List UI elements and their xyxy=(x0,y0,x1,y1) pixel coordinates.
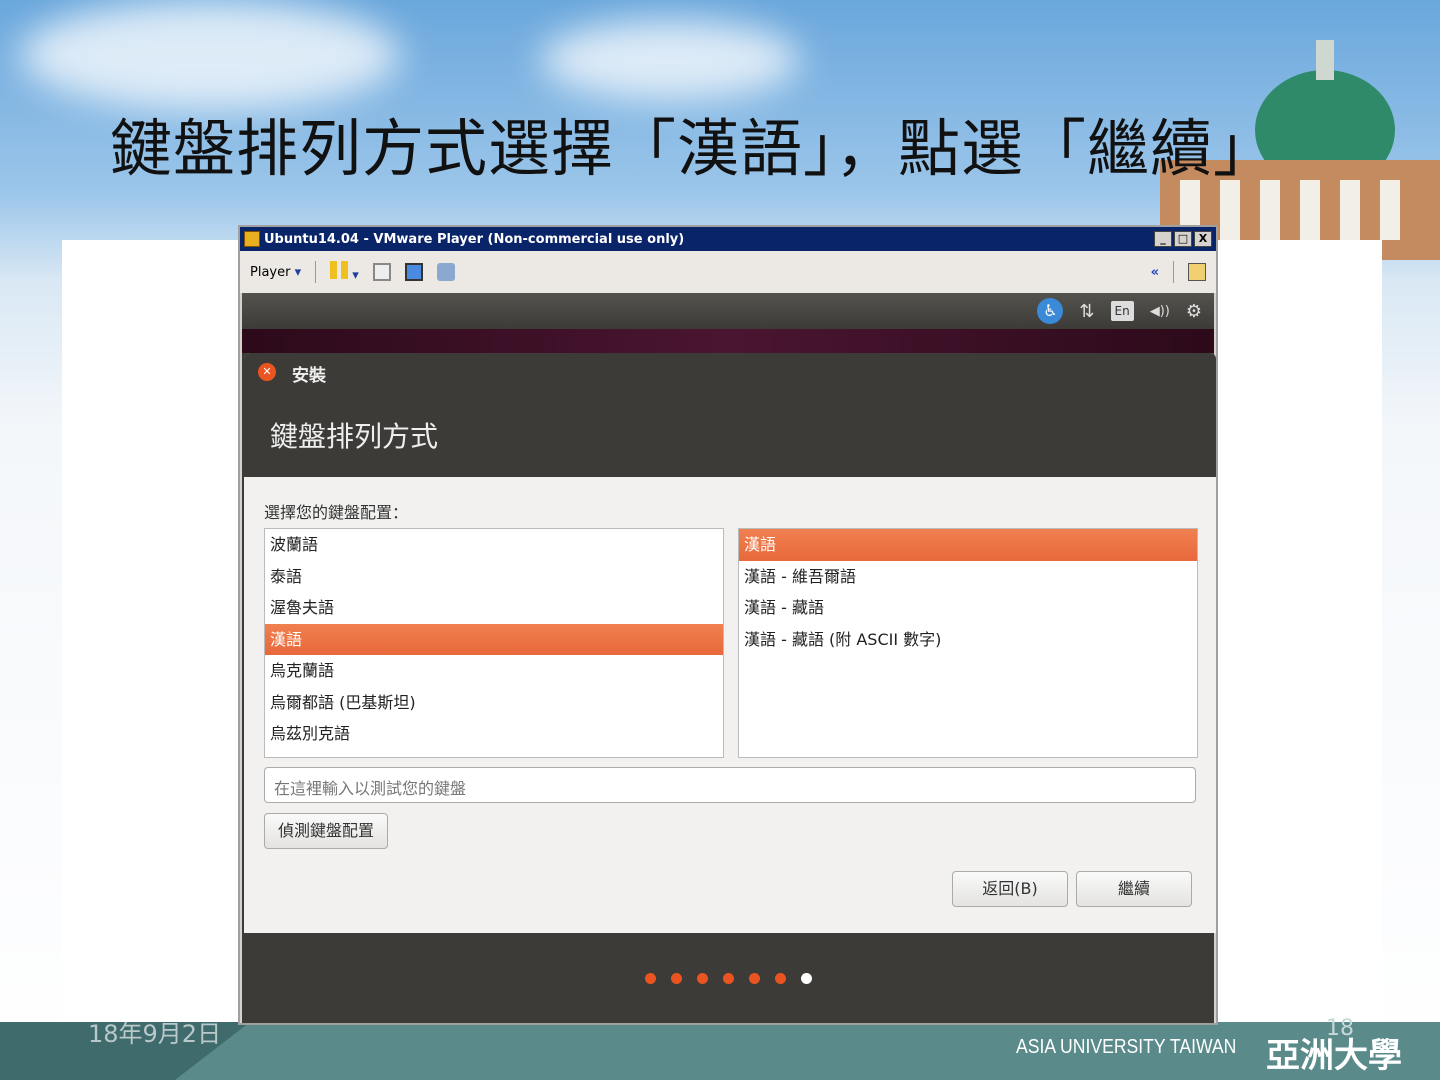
list-item[interactable]: 漢語 - 藏語 (附 ASCII 數字) xyxy=(739,624,1197,656)
pause-button[interactable]: ▾ xyxy=(330,261,359,283)
list-item[interactable]: 漢語 - 維吾爾語 xyxy=(739,561,1197,593)
university-logo: 亞洲大學 xyxy=(1266,1036,1402,1076)
university-name-en: ASIA UNIVERSITY TAIWAN xyxy=(1016,1036,1237,1058)
list-item[interactable]: 泰語 xyxy=(265,561,723,593)
slide-date: 18年9月2日 xyxy=(88,1020,222,1048)
list-item-selected[interactable]: 漢語 xyxy=(265,623,723,655)
list-item[interactable]: 波蘭語 xyxy=(265,529,723,561)
keyboard-test-input[interactable]: 在這裡輸入以測試您的鍵盤 xyxy=(264,767,1196,803)
network-icon[interactable]: ⇅ xyxy=(1079,301,1094,322)
maximize-button[interactable]: □ xyxy=(1174,231,1192,247)
list-item-selected[interactable]: 漢語 xyxy=(739,529,1197,561)
volume-icon[interactable]: ◀)) xyxy=(1150,304,1170,319)
accessibility-icon[interactable]: ♿ xyxy=(1037,298,1064,324)
list-item[interactable]: 漢語 - 藏語 xyxy=(739,592,1197,624)
player-menu[interactable]: Player ▾ xyxy=(250,265,301,280)
detect-layout-button[interactable]: 偵測鍵盤配置 xyxy=(264,813,388,849)
player-label: Player xyxy=(250,264,291,280)
collapse-icon[interactable]: « xyxy=(1151,265,1159,280)
keyboard-language-indicator[interactable]: En xyxy=(1110,301,1134,321)
progress-dot xyxy=(722,973,734,984)
variant-list[interactable]: 漢語 漢語 - 維吾爾語 漢語 - 藏語 漢語 - 藏語 (附 ASCII 數字… xyxy=(738,528,1198,758)
continue-button[interactable]: 繼續 xyxy=(1076,871,1192,907)
minimize-button[interactable]: _ xyxy=(1154,231,1172,247)
dialog-title: 安裝 xyxy=(292,366,326,386)
vm-screen: ♿ ⇅ En ◀)) ⚙ ✕ 安裝 鍵盤排列方式 選擇您的鍵盤配置： 波蘭語 泰… xyxy=(242,293,1216,1023)
progress-dots xyxy=(242,973,1214,984)
settings-icon[interactable]: ⚙ xyxy=(1186,301,1202,322)
title-bar: Ubuntu14.04 - VMware Player (Non-commerc… xyxy=(240,227,1216,251)
list-item[interactable]: 渥魯夫語 xyxy=(265,592,723,624)
progress-dot xyxy=(670,973,682,984)
divider xyxy=(1173,261,1174,283)
vmware-window: Ubuntu14.04 - VMware Player (Non-commerc… xyxy=(238,225,1218,1025)
ubuntu-top-panel: ♿ ⇅ En ◀)) ⚙ xyxy=(242,293,1214,329)
layout-prompt: 選擇您的鍵盤配置： xyxy=(264,503,409,522)
list-item[interactable]: 烏克蘭語 xyxy=(265,655,723,687)
toolbar: Player ▾ ▾ « xyxy=(240,251,1216,293)
close-icon[interactable]: ✕ xyxy=(258,363,276,381)
progress-dot-current xyxy=(800,973,812,984)
list-item[interactable]: 烏爾都語 (巴基斯坦) xyxy=(265,687,723,719)
unity-icon[interactable] xyxy=(436,263,455,281)
back-button[interactable]: 返回(B) xyxy=(952,871,1068,907)
fullscreen-icon[interactable] xyxy=(404,263,423,281)
window-title: Ubuntu14.04 - VMware Player (Non-commerc… xyxy=(264,231,685,247)
installer-dialog: ✕ 安裝 鍵盤排列方式 選擇您的鍵盤配置： 波蘭語 泰語 渥魯夫語 漢語 烏克蘭… xyxy=(244,353,1216,933)
desktop-background xyxy=(242,329,1214,353)
layout-list[interactable]: 波蘭語 泰語 渥魯夫語 漢語 烏克蘭語 烏爾都語 (巴基斯坦) 烏茲別克語 xyxy=(264,528,724,758)
page-heading: 鍵盤排列方式 xyxy=(270,420,439,453)
progress-dot xyxy=(774,973,786,984)
chevron-down-icon: ▾ xyxy=(294,264,302,280)
notes-icon[interactable] xyxy=(1188,263,1206,281)
cloud-decoration xyxy=(20,0,400,110)
vmware-icon xyxy=(244,231,260,247)
pause-icon xyxy=(330,261,349,279)
chevron-down-icon: ▾ xyxy=(352,268,359,283)
cloud-decoration xyxy=(540,20,800,100)
progress-dot xyxy=(748,973,760,984)
divider xyxy=(315,261,317,283)
progress-dot xyxy=(696,973,708,984)
progress-dot xyxy=(644,973,656,984)
slide-title: 鍵盤排列方式選擇「漢語」，點選「繼續」 xyxy=(110,112,1277,185)
close-button[interactable]: X xyxy=(1194,231,1212,247)
send-ctrl-alt-del-icon[interactable] xyxy=(372,263,391,281)
list-item[interactable]: 烏茲別克語 xyxy=(265,718,723,750)
